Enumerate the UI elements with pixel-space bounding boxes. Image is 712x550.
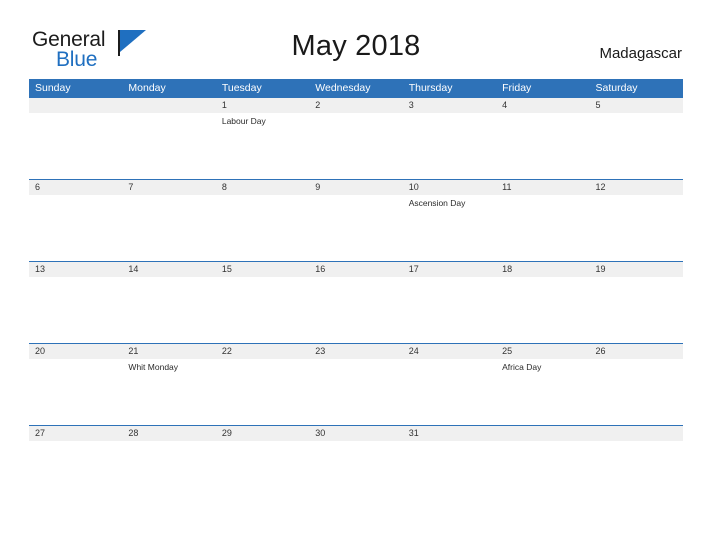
day-event: Labour Day (221, 116, 266, 126)
day-event (216, 277, 309, 343)
day-event (216, 195, 309, 261)
day-number[interactable]: 19 (590, 262, 683, 277)
day-number[interactable]: 18 (496, 262, 589, 277)
day-event (496, 441, 589, 479)
day-number[interactable]: 6 (29, 180, 122, 195)
day-number[interactable]: 22 (216, 344, 309, 359)
day-event (496, 277, 589, 343)
day-event (309, 113, 402, 179)
day-number[interactable]: 27 (29, 426, 122, 441)
day-event (590, 195, 683, 261)
weekday-saturday: Saturday (595, 82, 638, 94)
day-number[interactable]: 28 (122, 426, 215, 441)
weekday-header-row: Sunday Monday Tuesday Wednesday Thursday… (29, 79, 683, 98)
day-number[interactable]: 31 (403, 426, 496, 441)
day-number[interactable]: 23 (309, 344, 402, 359)
day-event (29, 113, 122, 179)
day-event (309, 359, 402, 425)
day-number[interactable] (590, 426, 683, 441)
day-event (309, 195, 402, 261)
day-number[interactable]: 16 (309, 262, 402, 277)
weekday-sunday: Sunday (35, 82, 71, 94)
day-event (403, 359, 496, 425)
day-number[interactable]: 21 (122, 344, 215, 359)
week-event-strip: Ascension Day (29, 195, 683, 261)
day-event: Ascension Day (408, 198, 466, 208)
day-number[interactable]: 20 (29, 344, 122, 359)
week-date-strip: 1 2 3 4 5 (29, 98, 683, 113)
day-number[interactable]: 10 (403, 180, 496, 195)
week-date-strip: 6 7 8 9 10 11 12 (29, 180, 683, 195)
day-number[interactable]: 9 (309, 180, 402, 195)
day-number[interactable]: 30 (309, 426, 402, 441)
day-number[interactable]: 13 (29, 262, 122, 277)
day-event (29, 195, 122, 261)
day-number[interactable]: 17 (403, 262, 496, 277)
day-number[interactable]: 25 (496, 344, 589, 359)
day-event (496, 113, 589, 179)
day-event (122, 195, 215, 261)
calendar-week-row: 20 21 22 23 24 25 26 Whit Monday Africa … (29, 343, 683, 425)
week-date-strip: 27 28 29 30 31 (29, 426, 683, 441)
day-event (216, 441, 309, 479)
day-event (216, 359, 309, 425)
weekday-tuesday: Tuesday (221, 82, 262, 94)
calendar-grid: Sunday Monday Tuesday Wednesday Thursday… (29, 79, 683, 479)
day-event (403, 277, 496, 343)
calendar-week-row: 1 2 3 4 5 Labour Day (29, 98, 683, 179)
day-event (309, 277, 402, 343)
calendar-week-row: 13 14 15 16 17 18 19 (29, 261, 683, 343)
day-event (122, 441, 215, 479)
day-event (29, 277, 122, 343)
day-event (590, 359, 683, 425)
day-number[interactable] (496, 426, 589, 441)
day-event (122, 277, 215, 343)
week-event-strip: Whit Monday Africa Day (29, 359, 683, 425)
day-event (309, 441, 402, 479)
weekday-monday: Monday (128, 82, 166, 94)
page-header: General Blue May 2018 Madagascar (0, 0, 712, 76)
day-number[interactable]: 11 (496, 180, 589, 195)
day-number[interactable] (29, 98, 122, 113)
day-number[interactable]: 1 (216, 98, 309, 113)
day-number[interactable]: 2 (309, 98, 402, 113)
weekday-thursday: Thursday (408, 82, 453, 94)
day-event: Africa Day (502, 362, 542, 372)
calendar-week-row: 6 7 8 9 10 11 12 Ascension Day (29, 179, 683, 261)
calendar-page: General Blue May 2018 Madagascar Sunday … (0, 0, 712, 550)
locale-label: Madagascar (599, 45, 682, 62)
day-number[interactable]: 3 (403, 98, 496, 113)
day-event (590, 113, 683, 179)
day-number[interactable]: 26 (590, 344, 683, 359)
day-number[interactable]: 29 (216, 426, 309, 441)
day-number[interactable]: 5 (590, 98, 683, 113)
day-number[interactable]: 7 (122, 180, 215, 195)
day-number[interactable]: 8 (216, 180, 309, 195)
day-number[interactable] (122, 98, 215, 113)
week-date-strip: 20 21 22 23 24 25 26 (29, 344, 683, 359)
day-event (590, 441, 683, 479)
day-event (29, 441, 122, 479)
day-event (29, 359, 122, 425)
day-event (403, 441, 496, 479)
day-number[interactable]: 14 (122, 262, 215, 277)
day-number[interactable]: 15 (216, 262, 309, 277)
week-event-strip (29, 441, 683, 479)
weekday-friday: Friday (502, 82, 532, 94)
week-event-strip (29, 277, 683, 343)
week-date-strip: 13 14 15 16 17 18 19 (29, 262, 683, 277)
calendar-week-row: 27 28 29 30 31 (29, 425, 683, 479)
week-event-strip: Labour Day (29, 113, 683, 179)
day-event (122, 113, 215, 179)
day-number[interactable]: 24 (403, 344, 496, 359)
day-event (590, 277, 683, 343)
day-number[interactable]: 4 (496, 98, 589, 113)
day-event (403, 113, 496, 179)
day-event: Whit Monday (128, 362, 179, 372)
weekday-wednesday: Wednesday (315, 82, 371, 94)
day-event (496, 195, 589, 261)
day-number[interactable]: 12 (590, 180, 683, 195)
